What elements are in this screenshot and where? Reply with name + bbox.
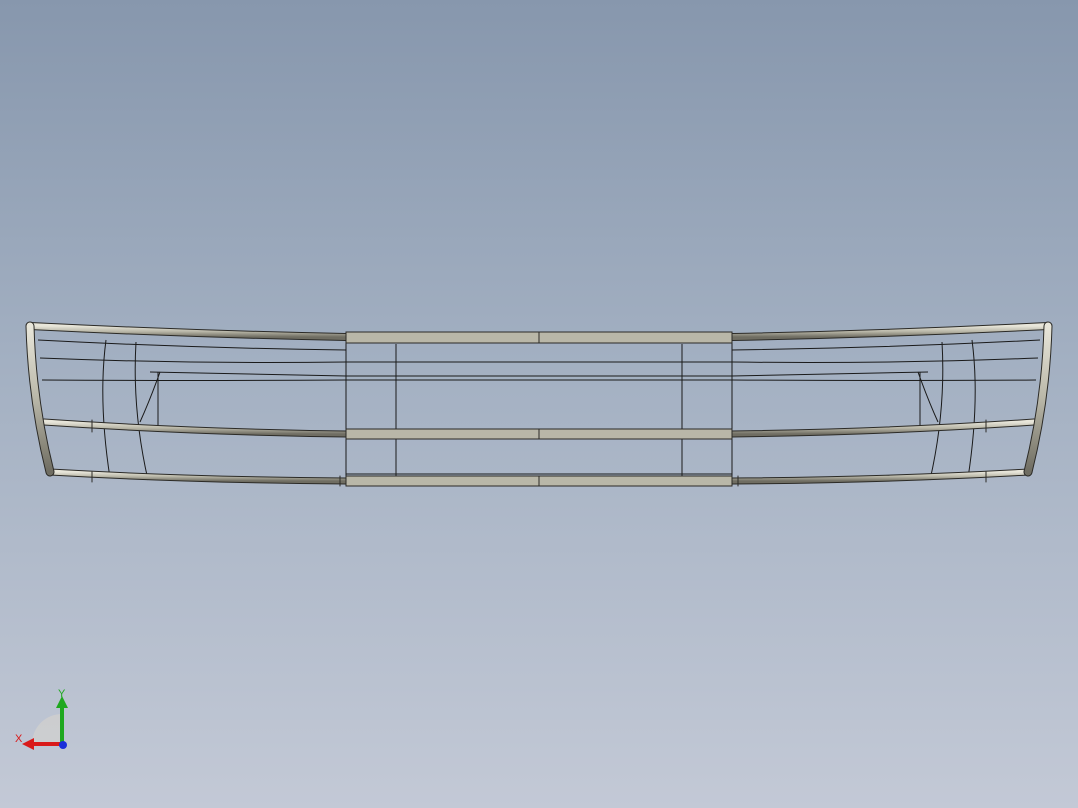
wire-right-mid [731,357,1039,363]
wire-right-low [731,379,1037,381]
wire-right-upper [731,339,1041,351]
cad-graphics-viewport[interactable]: X Y [0,0,1078,808]
wire-left-flap [139,371,161,423]
wire-right-flap [917,371,939,423]
y-axis-label: Y [58,688,66,700]
wire-right-curve-2 [929,341,944,481]
wire-left-curve-2 [134,341,149,481]
wire-left-upper [37,339,347,351]
grille-model[interactable] [0,0,1078,808]
wire-left-inner [149,371,347,377]
wireframe-lines [37,332,1041,486]
triad-quadrant [32,714,62,744]
x-axis-label: X [15,733,23,745]
z-axis-dot [59,741,67,749]
axis-triad[interactable]: X Y [10,684,80,754]
wire-left-low [41,379,347,381]
wire-right-inner [731,371,929,377]
wire-left-mid [39,357,347,363]
tubes [25,321,1053,487]
